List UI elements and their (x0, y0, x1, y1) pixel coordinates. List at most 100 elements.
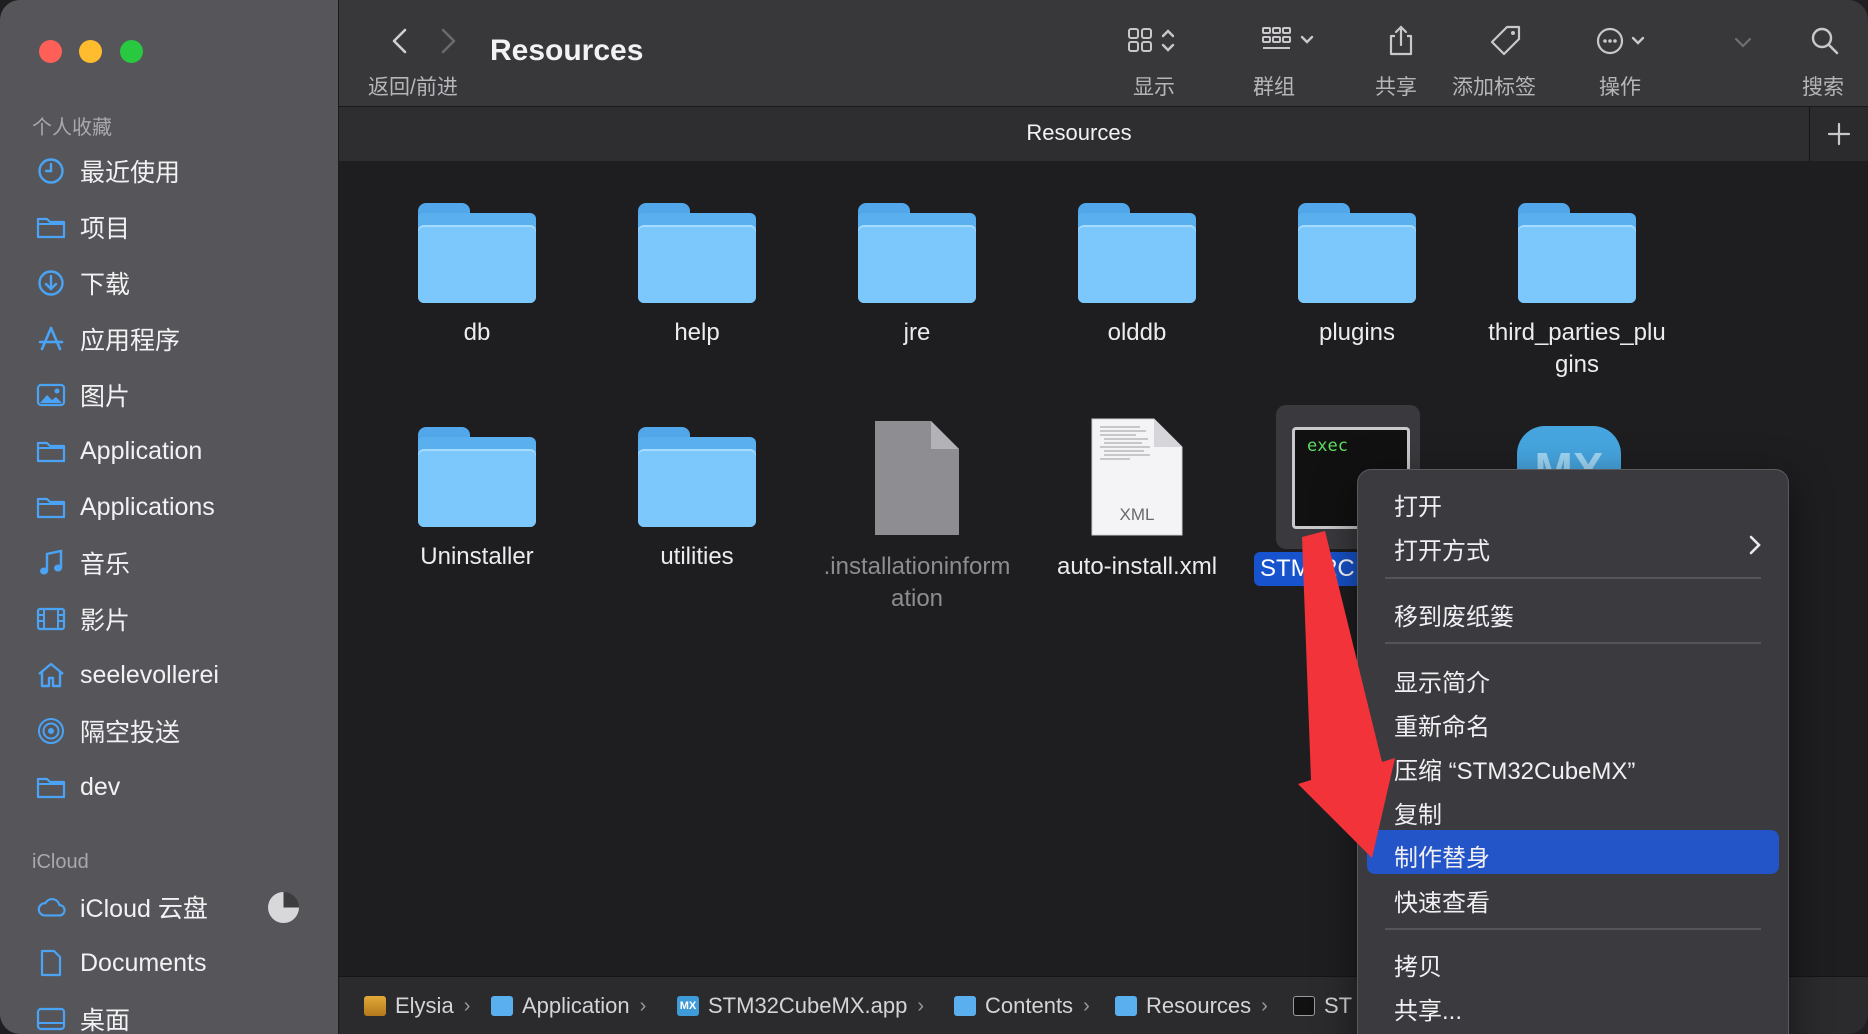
sidebar-item-dev[interactable]: dev (0, 762, 338, 812)
file-name: third_parties_plu gins (1488, 319, 1666, 378)
clock-icon (36, 156, 66, 186)
folder-icon (638, 203, 756, 303)
sidebar-item-airdrop[interactable]: 隔空投送 (0, 706, 338, 756)
view-button[interactable]: 显示 (1104, 20, 1204, 100)
breadcrumb-application[interactable]: Application › (491, 992, 646, 1020)
sidebar-item-label: Applications (80, 492, 215, 521)
sidebar-item-label: 下载 (80, 271, 131, 299)
tag-button[interactable]: 添加标签 (1450, 20, 1560, 100)
sidebar-item-applications-folder[interactable]: Applications (0, 482, 338, 532)
home-icon (36, 660, 66, 690)
finder-window: 个人收藏 最近使用 项目 下载 应用程序 图片 Application Appl… (0, 0, 1868, 1034)
sidebar-item-movies[interactable]: 影片 (0, 594, 338, 644)
tab-bar: Resources (339, 106, 1868, 162)
close-button[interactable] (39, 40, 62, 63)
sidebar-item-label: 最近使用 (80, 159, 181, 187)
share-label: 共享 (1375, 76, 1417, 99)
file-item-uninstaller[interactable]: Uninstaller (367, 427, 587, 573)
tab-title[interactable]: Resources (339, 120, 1819, 146)
search-button[interactable]: 搜索 (1789, 20, 1859, 100)
sidebar: 个人收藏 最近使用 项目 下载 应用程序 图片 Application Appl… (0, 0, 339, 1034)
breadcrumb-elysia[interactable]: Elysia › (364, 992, 470, 1020)
file-type-badge: XML (1119, 505, 1155, 524)
file-item-jre[interactable]: jre (807, 203, 1027, 349)
sidebar-item-downloads[interactable]: 下载 (0, 258, 338, 308)
icloud-section-title: iCloud (32, 851, 89, 873)
airdrop-icon (36, 716, 66, 746)
sidebar-item-desktop[interactable]: 桌面 (0, 994, 338, 1034)
sidebar-item-documents[interactable]: Documents (0, 938, 338, 988)
chevron-down-icon[interactable] (1731, 30, 1755, 59)
sidebar-item-label: 图片 (80, 383, 131, 411)
desktop-icon (36, 1004, 66, 1034)
file-item-auto-install-xml[interactable]: XML auto-install.xml (1017, 417, 1257, 583)
tag-icon (1489, 24, 1523, 63)
minimize-button[interactable] (79, 40, 102, 63)
menu-item-compress[interactable]: 压缩 “STM32CubeMX” (1367, 744, 1779, 786)
xml-file-icon: XML (1090, 417, 1184, 537)
menu-item-open-with[interactable]: 打开方式 (1367, 524, 1779, 566)
menu-item-quick-look[interactable]: 快速查看 (1367, 876, 1779, 918)
document-icon (36, 948, 66, 978)
menu-item-share[interactable]: 共享... (1367, 984, 1779, 1026)
sidebar-item-applications[interactable]: 应用程序 (0, 314, 338, 364)
forward-button[interactable] (433, 24, 463, 58)
cloud-icon (36, 892, 66, 922)
group-button[interactable]: 群组 (1251, 20, 1361, 100)
menu-item-move-to-trash[interactable]: 移到废纸篓 (1367, 590, 1779, 632)
file-item-plugins[interactable]: plugins (1247, 203, 1467, 349)
sidebar-item-label: iCloud 云盘 (80, 895, 208, 923)
menu-item-make-alias[interactable]: 制作替身 (1367, 830, 1779, 874)
terminal-icon (1293, 996, 1315, 1016)
folder-icon (638, 427, 756, 527)
sidebar-item-music[interactable]: 音乐 (0, 538, 338, 588)
sidebar-item-icloud-drive[interactable]: iCloud 云盘 (0, 882, 338, 932)
menu-item-duplicate[interactable]: 复制 (1367, 788, 1779, 830)
view-label: 显示 (1133, 76, 1175, 99)
sidebar-item-projects[interactable]: 项目 (0, 202, 338, 252)
sidebar-item-application[interactable]: Application (0, 426, 338, 476)
sidebar-item-home[interactable]: seelevollerei (0, 650, 338, 700)
back-button[interactable] (385, 24, 415, 58)
exec-label: exec (1307, 436, 1348, 456)
action-button[interactable]: 操作 (1577, 20, 1677, 100)
new-tab-button[interactable] (1809, 107, 1868, 161)
favorites-section-title: 个人收藏 (32, 117, 112, 139)
breadcrumb-resources[interactable]: Resources › (1115, 992, 1268, 1020)
file-item-third-parties-plugins[interactable]: third_parties_plu gins (1467, 203, 1687, 381)
menu-separator (1385, 642, 1761, 644)
grid-icon (1126, 24, 1190, 63)
sidebar-item-label: Documents (80, 948, 207, 977)
sidebar-item-label: 隔空投送 (80, 719, 181, 747)
search-icon (1808, 24, 1842, 63)
breadcrumb-contents[interactable]: Contents › (954, 992, 1090, 1020)
breadcrumb-stm32cubemx-app[interactable]: MX STM32CubeMX.app › (677, 992, 924, 1020)
zoom-button[interactable] (120, 40, 143, 63)
file-item-utilities[interactable]: utilities (587, 427, 807, 573)
sidebar-item-label: 音乐 (80, 551, 131, 579)
file-item-db[interactable]: db (367, 203, 587, 349)
folder-icon (36, 436, 66, 466)
search-label: 搜索 (1802, 76, 1844, 99)
menu-item-copy[interactable]: 拷贝 (1367, 940, 1779, 982)
sidebar-item-pictures[interactable]: 图片 (0, 370, 338, 420)
sidebar-item-recents[interactable]: 最近使用 (0, 146, 338, 196)
file-item-help[interactable]: help (587, 203, 807, 349)
folder-icon (1298, 203, 1416, 303)
folder-icon (36, 772, 66, 802)
sidebar-item-label: dev (80, 772, 121, 801)
folder-icon (858, 203, 976, 303)
breadcrumb-st[interactable]: ST (1293, 992, 1352, 1020)
file-item-olddb[interactable]: olddb (1027, 203, 1247, 349)
file-item-installationinformation[interactable]: .installationinform ation (797, 419, 1037, 615)
menu-item-rename[interactable]: 重新命名 (1367, 700, 1779, 742)
share-button[interactable]: 共享 (1364, 20, 1434, 100)
photo-icon (36, 380, 66, 410)
file-name: Uninstaller (420, 543, 534, 570)
file-name: utilities (660, 543, 734, 570)
selected-file-name[interactable]: STM32C (1254, 552, 1361, 586)
menu-item-get-info[interactable]: 显示简介 (1367, 656, 1779, 698)
sidebar-item-label: 应用程序 (80, 327, 181, 355)
file-name: help (674, 319, 720, 346)
menu-item-open[interactable]: 打开 (1367, 480, 1779, 522)
